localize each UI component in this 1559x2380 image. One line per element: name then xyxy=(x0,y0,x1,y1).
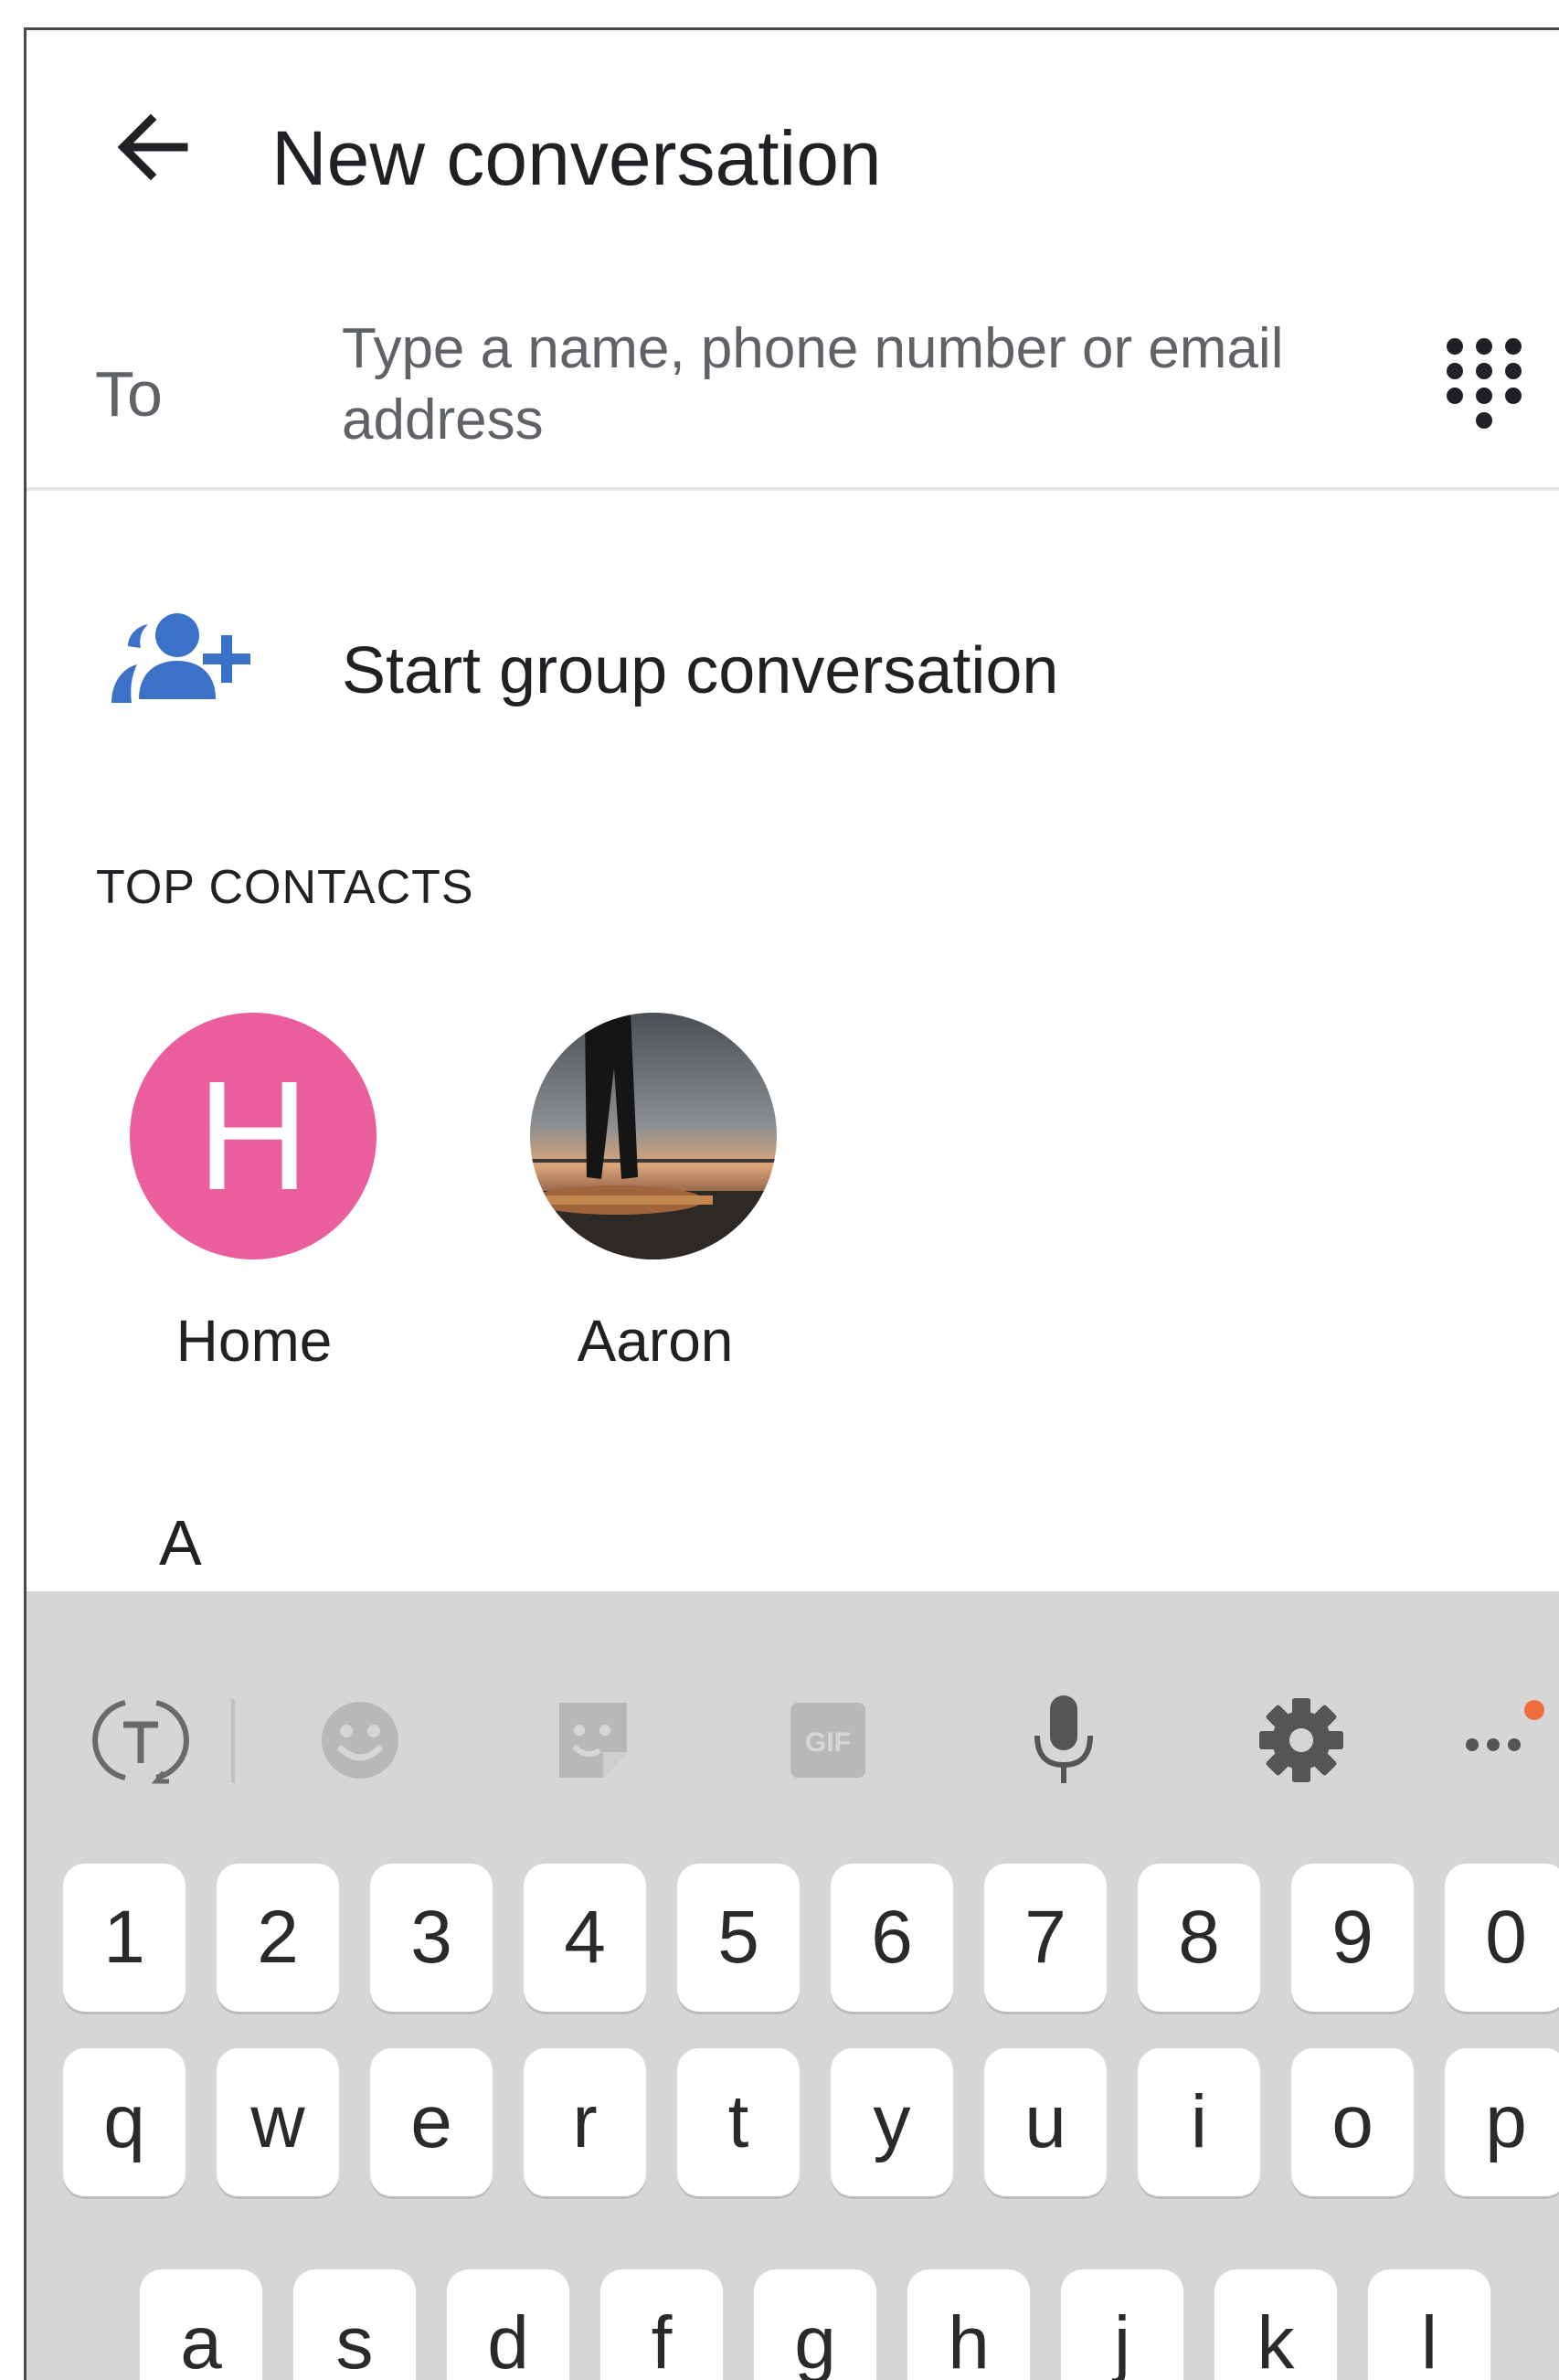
start-group-label: Start group conversation xyxy=(342,634,1059,707)
key-9[interactable]: 9 xyxy=(1291,1864,1414,2012)
key-h[interactable]: h xyxy=(907,2269,1030,2380)
dialpad-button[interactable] xyxy=(1438,332,1530,441)
arrow-back-icon xyxy=(117,113,188,181)
gif-icon[interactable]: GIF xyxy=(778,1690,878,1790)
key-e[interactable]: e xyxy=(370,2048,493,2196)
dialpad-icon xyxy=(1447,338,1522,429)
avatar: H xyxy=(130,1013,376,1259)
more-icon[interactable] xyxy=(1452,1690,1553,1790)
top-contacts-header: TOP CONTACTS xyxy=(96,861,474,914)
contact-name: Aaron xyxy=(577,1308,734,1374)
key-j[interactable]: j xyxy=(1061,2269,1183,2380)
key-6[interactable]: 6 xyxy=(831,1864,953,2012)
text-translate-icon[interactable] xyxy=(90,1690,191,1790)
key-p[interactable]: p xyxy=(1445,2048,1559,2196)
key-w[interactable]: w xyxy=(217,2048,339,2196)
key-i[interactable]: i xyxy=(1138,2048,1260,2196)
page-title: New conversation xyxy=(271,115,882,201)
key-a[interactable]: a xyxy=(140,2269,262,2380)
contact-home[interactable]: H Home xyxy=(105,1013,379,1397)
settings-icon[interactable] xyxy=(1251,1690,1352,1790)
key-3[interactable]: 3 xyxy=(370,1864,493,2012)
key-s[interactable]: s xyxy=(293,2269,416,2380)
key-q[interactable]: q xyxy=(63,2048,186,2196)
recipient-input[interactable] xyxy=(342,313,1393,451)
svg-text:GIF: GIF xyxy=(805,1727,851,1758)
contact-aaron[interactable]: Aaron xyxy=(509,1013,783,1397)
toolbar-divider xyxy=(231,1699,235,1783)
key-0[interactable]: 0 xyxy=(1445,1864,1559,2012)
key-r[interactable]: r xyxy=(524,2048,646,2196)
index-letter: A xyxy=(159,1507,202,1578)
key-2[interactable]: 2 xyxy=(217,1864,339,2012)
recipient-row: To xyxy=(27,277,1559,491)
key-f[interactable]: f xyxy=(600,2269,723,2380)
key-l[interactable]: l xyxy=(1368,2269,1490,2380)
key-1[interactable]: 1 xyxy=(63,1864,186,2012)
key-k[interactable]: k xyxy=(1214,2269,1337,2380)
key-u[interactable]: u xyxy=(984,2048,1107,2196)
soft-keyboard: GIF 1 2 3 4 5 6 7 8 9 0 q w e r t y u i … xyxy=(27,1591,1559,2380)
key-d[interactable]: d xyxy=(447,2269,569,2380)
avatar xyxy=(530,1013,777,1259)
key-t[interactable]: t xyxy=(677,2048,800,2196)
key-8[interactable]: 8 xyxy=(1138,1864,1260,2012)
key-o[interactable]: o xyxy=(1291,2048,1414,2196)
back-button[interactable] xyxy=(100,92,209,202)
start-group-conversation[interactable]: Start group conversation xyxy=(27,579,1559,743)
key-y[interactable]: y xyxy=(831,2048,953,2196)
emoji-icon[interactable] xyxy=(310,1690,410,1790)
key-7[interactable]: 7 xyxy=(984,1864,1107,2012)
contact-name: Home xyxy=(175,1308,333,1374)
app-bar: New conversation xyxy=(27,30,1559,259)
app-screen: New conversation To Type a name, phone n… xyxy=(24,27,1559,2380)
group-add-icon xyxy=(104,608,260,708)
to-label: To xyxy=(95,358,163,430)
key-g[interactable]: g xyxy=(754,2269,876,2380)
key-4[interactable]: 4 xyxy=(524,1864,646,2012)
mic-icon[interactable] xyxy=(1013,1690,1114,1790)
sticker-icon[interactable] xyxy=(543,1690,643,1790)
key-5[interactable]: 5 xyxy=(677,1864,800,2012)
